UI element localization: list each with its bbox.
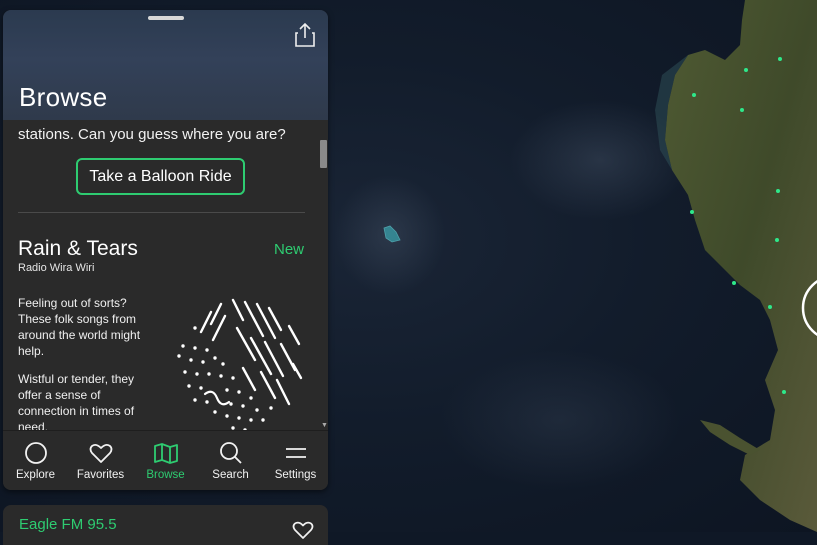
tab-explore[interactable]: Explore: [3, 431, 68, 490]
station-dot: [732, 281, 736, 285]
cloud-haze: [440, 350, 680, 490]
rain-tears-art-icon[interactable]: [171, 298, 307, 430]
station-dot: [690, 210, 694, 214]
station-dot: [740, 108, 744, 112]
scroll-down-arrow-icon[interactable]: ▼: [321, 422, 328, 429]
landmass: [665, 0, 817, 532]
station-dot: [768, 305, 772, 309]
tab-bar: Explore Favorites Browse Search Settings: [3, 430, 328, 490]
menu-icon: [285, 448, 306, 458]
browse-content: stations. Can you guess where you are? T…: [3, 120, 328, 430]
tab-label: Search: [212, 469, 249, 481]
search-icon: [219, 442, 242, 464]
tab-settings[interactable]: Settings: [263, 431, 328, 490]
station-dot: [744, 68, 748, 72]
intro-text: stations. Can you guess where you are?: [18, 126, 286, 143]
tab-label: Explore: [16, 469, 55, 481]
card-title[interactable]: Rain & Tears: [18, 237, 138, 261]
card-description-2: Wistful or tender, they offer a sense of…: [18, 372, 135, 430]
circle-icon: [24, 442, 47, 464]
card-station-name[interactable]: Radio Wira Wiri: [18, 262, 94, 274]
tab-label: Settings: [274, 469, 317, 481]
station-dot: [775, 238, 779, 242]
balloon-ride-button[interactable]: Take a Balloon Ride: [76, 158, 245, 195]
heart-icon: [89, 443, 112, 463]
card-description: Feeling out of sorts? These folk songs f…: [18, 296, 141, 358]
drag-handle[interactable]: [148, 16, 184, 20]
island: [700, 420, 760, 455]
tab-label: Favorites: [76, 469, 125, 481]
station-dot: [692, 93, 696, 97]
map-icon: [153, 443, 178, 464]
panel-header: Browse: [3, 10, 328, 120]
station-dot: [778, 57, 782, 61]
page-title: Browse: [19, 82, 108, 112]
now-playing-bar[interactable]: Eagle FM 95.5: [3, 505, 328, 545]
scrollbar-thumb[interactable]: [320, 140, 327, 168]
new-badge: New: [274, 241, 305, 258]
share-icon[interactable]: [293, 22, 317, 48]
tab-browse[interactable]: Browse: [133, 431, 198, 490]
tab-search[interactable]: Search: [198, 431, 263, 490]
now-playing-title[interactable]: Eagle FM 95.5: [19, 516, 117, 533]
tab-label: Browse: [146, 469, 185, 481]
station-dot: [782, 390, 786, 394]
station-dot: [776, 189, 780, 193]
favorite-heart-icon[interactable]: [292, 520, 314, 540]
browse-panel: Browse stations. Can you guess where you…: [3, 10, 328, 490]
divider: [18, 212, 305, 213]
tab-favorites[interactable]: Favorites: [68, 431, 133, 490]
